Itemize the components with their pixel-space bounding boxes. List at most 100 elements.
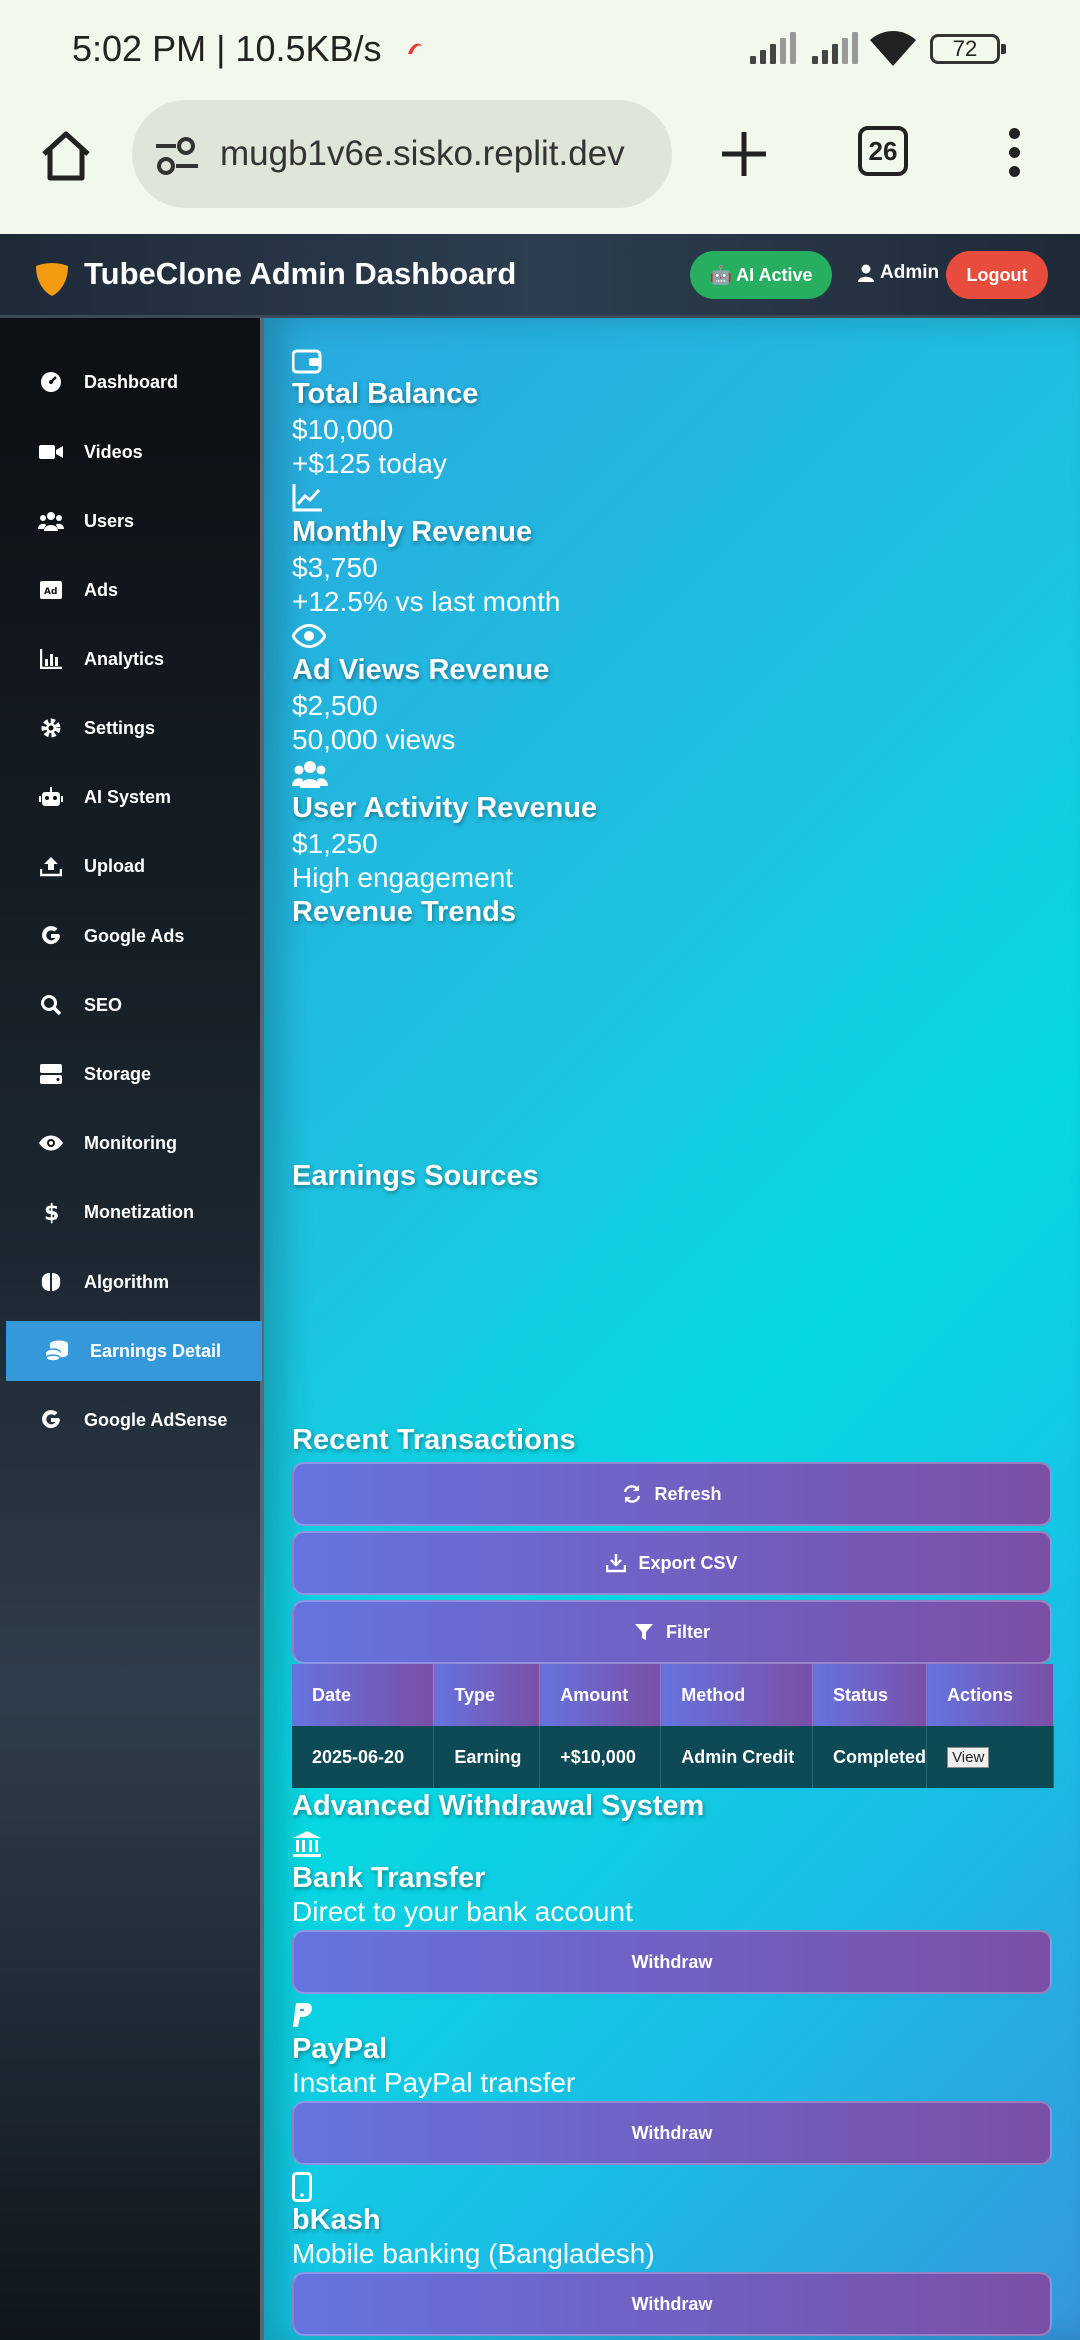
app-header: TubeClone Admin Dashboard 🤖 AI Active Ad… [0,234,1080,318]
gauge-icon [38,369,64,395]
stat-value: $3,750 [292,552,378,583]
home-icon[interactable] [36,126,96,186]
paypal-icon [293,2003,312,2027]
export-csv-button[interactable]: Export CSV [292,1531,1052,1595]
stat-subtext: 50,000 views [292,724,456,755]
sidebar-item-users[interactable]: Users [0,491,260,551]
sidebar-item-google-ads[interactable]: Google Ads [0,906,260,966]
sidebar-item-label: Monitoring [84,1132,177,1153]
admin-label: Admin [880,262,940,283]
sidebar-item-label: Videos [84,441,143,462]
filter-icon [634,1624,653,1640]
address-bar[interactable]: mugb1v6e.sisko.replit.dev [132,100,672,208]
section-title-earnings-sources: Earnings Sources [292,1160,539,1192]
sidebar-item-seo[interactable]: SEO [0,975,260,1035]
withdrawal-method-desc: Mobile banking (Bangladesh) [292,2238,655,2269]
withdraw-bank-button[interactable]: Withdraw [292,1930,1052,1994]
stat-subtext: High engagement [292,862,514,893]
sidebar-item-ai-system[interactable]: AI System [0,767,260,827]
eye-icon [292,624,326,648]
stat-subtext: +12.5% vs last month [292,586,561,617]
robot-icon [38,784,64,810]
column-header-method[interactable]: Method [660,1664,814,1726]
cell-amount: +$10,000 [539,1726,662,1788]
sidebar-item-label: Algorithm [84,1271,169,1292]
url-text[interactable]: mugb1v6e.sisko.replit.dev [220,134,660,174]
cell-type: Earning [433,1726,541,1788]
svg-text:Ad: Ad [44,587,57,597]
sidebar-item-label: Storage [84,1063,152,1084]
user-icon [858,264,874,282]
users-icon [292,761,328,788]
refresh-label: Refresh [654,1483,722,1504]
search-icon [38,992,64,1018]
sidebar-item-monetization[interactable]: $ Monetization [0,1182,260,1242]
column-header-status[interactable]: Status [812,1664,928,1726]
coins-icon [44,1338,70,1364]
sidebar-item-monitoring[interactable]: Monitoring [0,1113,260,1173]
sidebar-item-ads[interactable]: Ad Ads [0,560,260,620]
view-button[interactable]: View [947,1747,990,1768]
ai-status-badge[interactable]: 🤖 AI Active [690,251,832,299]
brain-icon [38,1269,64,1295]
site-settings-icon[interactable] [152,136,202,176]
sidebar-item-settings[interactable]: Settings [0,698,260,758]
new-tab-icon[interactable] [716,126,772,182]
signal-icon [750,32,796,64]
withdraw-paypal-button[interactable]: Withdraw [292,2101,1052,2165]
wallet-icon [292,349,322,374]
column-header-amount[interactable]: Amount [539,1664,662,1726]
video-icon [38,439,64,465]
sidebar-item-algorithm[interactable]: Algorithm [0,1252,260,1312]
chart-bar-icon [38,646,64,672]
dollar-icon: $ [38,1199,64,1225]
refresh-icon [624,1485,641,1503]
column-header-type[interactable]: Type [433,1664,541,1726]
logout-button[interactable]: Logout [946,251,1048,299]
overflow-menu-icon[interactable] [1004,124,1024,184]
system-status-bar: 5:02 PM | 10.5KB/s 72 [0,0,1080,96]
refresh-button[interactable]: Refresh [292,1462,1052,1526]
tab-switcher-button[interactable]: 26 [858,126,908,176]
sidebar-item-label: Monetization [84,1201,194,1222]
stat-subtext: +$125 today [292,448,447,479]
google-icon [38,1407,64,1433]
transactions-table: Date Type Amount Method Status Actions 2… [292,1664,1054,1788]
sidebar-item-label: Ads [84,579,119,600]
sidebar-item-label: Earnings Detail [90,1340,222,1361]
main-content: Total Balance $10,000 +$125 today Monthl… [264,318,1080,2340]
signal-icon [812,32,858,64]
google-icon [38,923,64,949]
withdrawal-method-title: Bank Transfer [292,1862,486,1894]
sidebar: Dashboard Videos Users Ad Ads Analytics … [0,318,264,2340]
battery-level: 72 [952,36,978,61]
download-icon [606,1554,627,1573]
sidebar-item-upload[interactable]: Upload [0,836,260,896]
sidebar-item-google-adsense[interactable]: Google AdSense [0,1390,260,1450]
filter-label: Filter [665,1621,710,1642]
column-header-actions[interactable]: Actions [926,1664,1054,1726]
svg-text:$: $ [44,1201,59,1224]
sidebar-item-analytics[interactable]: Analytics [0,629,260,689]
stat-value: $1,250 [292,828,378,859]
table-header-row: Date Type Amount Method Status Actions [292,1664,1054,1726]
sidebar-item-videos[interactable]: Videos [0,422,260,482]
section-title-withdrawal-system: Advanced Withdrawal System [292,1790,705,1822]
wifi-icon [870,31,916,66]
sidebar-item-dashboard[interactable]: Dashboard [0,352,260,412]
sidebar-item-earnings-detail[interactable]: Earnings Detail [6,1321,262,1381]
withdraw-bkash-button[interactable]: Withdraw [292,2272,1052,2336]
column-header-date[interactable]: Date [292,1664,435,1726]
cell-date: 2025-06-20 [292,1726,435,1788]
sidebar-item-label: Google Ads [84,925,185,946]
admin-user-menu[interactable]: Admin [858,262,939,284]
users-icon [38,508,64,534]
cell-status: Completed [812,1726,928,1788]
sidebar-item-label: Dashboard [84,371,179,392]
app-title: TubeClone Admin Dashboard [84,256,517,291]
stat-title: Monthly Revenue [292,516,533,548]
filter-button[interactable]: Filter [292,1600,1052,1664]
sidebar-item-storage[interactable]: Storage [0,1044,260,1104]
section-title-revenue-trends: Revenue Trends [292,896,517,928]
sidebar-item-label: AI System [84,786,172,807]
